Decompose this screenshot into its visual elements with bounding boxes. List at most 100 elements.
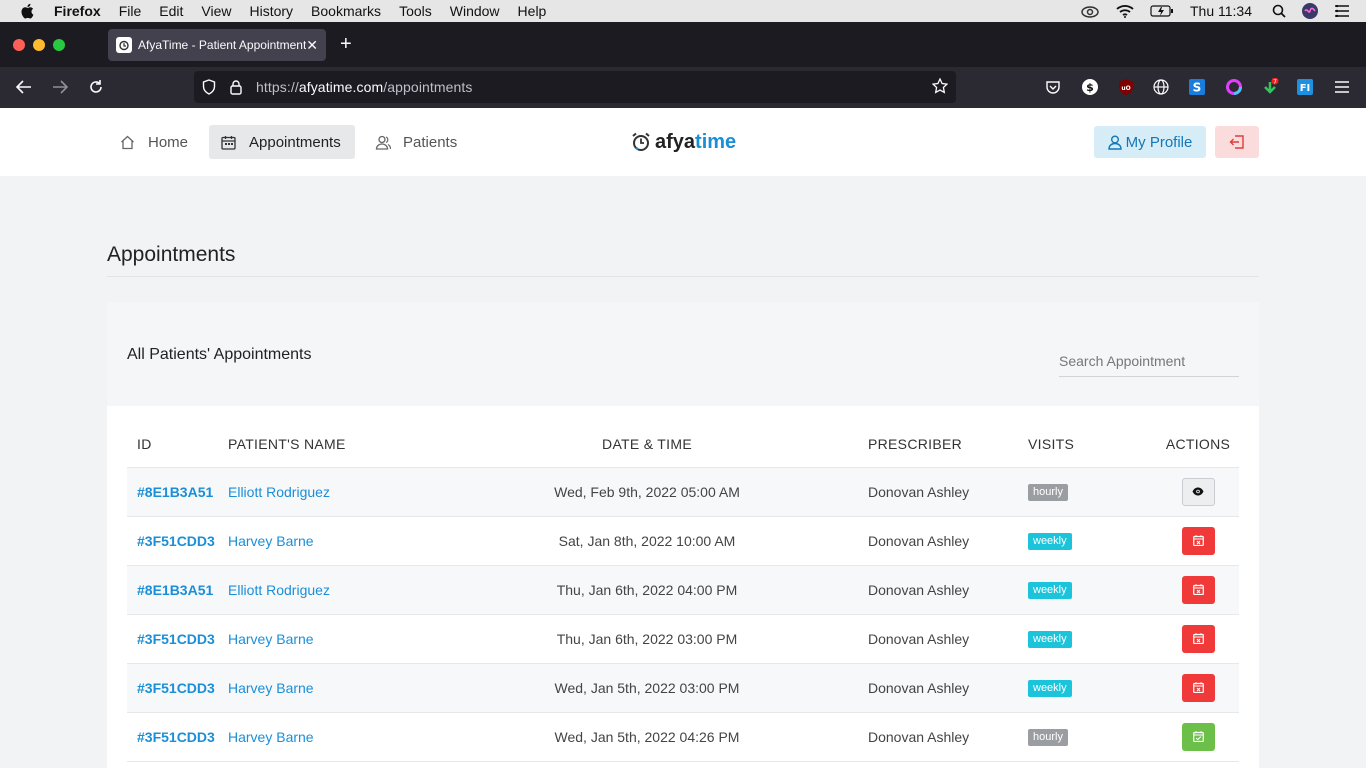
menu-file[interactable]: File <box>119 3 142 19</box>
date-time-cell: Wed, Jan 5th, 2022 04:26 PM <box>432 712 862 762</box>
table-header-row: ID PATIENT'S NAME DATE & TIME PRESCRIBER… <box>127 422 1239 468</box>
globe-icon[interactable] <box>1152 78 1170 96</box>
tracking-protection-shield-icon[interactable] <box>202 79 218 95</box>
actions-cell <box>1157 614 1239 664</box>
address-bar[interactable]: https://afyatime.com/appointments <box>194 71 956 103</box>
column-header-visits[interactable]: VISITS <box>1028 422 1157 468</box>
visits-badge: weekly <box>1028 582 1072 599</box>
visits-badge: weekly <box>1028 533 1072 550</box>
appointment-id-link[interactable]: #3F51CDD3 <box>137 533 215 549</box>
patient-name-link[interactable]: Harvey Barne <box>228 533 314 549</box>
column-header-prescriber[interactable]: PRESCRIBER <box>862 422 1028 468</box>
prescriber-cell: Donovan Ashley <box>862 565 1028 615</box>
logout-icon <box>1229 134 1245 150</box>
appointment-id-cell: #3F51CDD3 <box>127 614 228 664</box>
nav-home[interactable]: Home <box>108 125 202 159</box>
my-profile-label: My Profile <box>1125 133 1193 151</box>
table-row: #8E1B3A51 Elliott Rodriguez Wed, Feb 9th, … <box>127 467 1239 517</box>
appointment-id-link[interactable]: #8E1B3A51 <box>137 582 213 598</box>
menu-tools[interactable]: Tools <box>399 3 432 19</box>
color-picker-icon[interactable] <box>1225 78 1243 96</box>
new-tab-icon[interactable]: + <box>340 34 352 54</box>
patient-name-link[interactable]: Harvey Barne <box>228 729 314 745</box>
menu-app-name[interactable]: Firefox <box>54 3 101 19</box>
cancel-appointment-button[interactable] <box>1181 575 1215 604</box>
ublock-origin-icon[interactable]: uO <box>1117 78 1135 96</box>
logo-text-afya: afya <box>655 130 696 153</box>
visits-cell: hourly <box>1028 712 1157 762</box>
menu-edit[interactable]: Edit <box>159 3 183 19</box>
date-time-cell: Sat, Jan 8th, 2022 10:00 AM <box>432 516 862 566</box>
wifi-icon[interactable] <box>1116 4 1134 18</box>
appointment-id-link[interactable]: #8E1B3A51 <box>137 484 213 500</box>
logout-button[interactable] <box>1215 126 1259 158</box>
dollar-extension-icon[interactable]: $ <box>1081 78 1099 96</box>
appointment-id-link[interactable]: #3F51CDD3 <box>137 729 215 745</box>
menu-window[interactable]: Window <box>450 3 500 19</box>
download-extension-icon[interactable]: 7 <box>1261 78 1279 96</box>
lock-icon[interactable] <box>230 79 246 95</box>
menu-bookmarks[interactable]: Bookmarks <box>311 3 381 19</box>
menu-help[interactable]: Help <box>518 3 547 19</box>
visits-badge: weekly <box>1028 680 1072 697</box>
column-header-id[interactable]: ID <box>127 422 228 468</box>
url-text[interactable]: https://afyatime.com/appointments <box>256 79 473 95</box>
column-header-date-time[interactable]: DATE & TIME <box>432 422 862 468</box>
pocket-icon[interactable] <box>1044 78 1062 96</box>
nav-appointments[interactable]: Appointments <box>209 125 355 159</box>
search-appointment-input[interactable] <box>1059 346 1239 377</box>
creative-cloud-icon[interactable] <box>1080 4 1100 18</box>
skype-s-icon[interactable]: S <box>1188 78 1206 96</box>
cancel-appointment-button[interactable] <box>1181 624 1215 653</box>
window-zoom-button[interactable] <box>53 39 65 51</box>
appointment-id-link[interactable]: #3F51CDD3 <box>137 680 215 696</box>
table-row: #3F51CDD3 Harvey Barne Thu, Jan 6th, 2022 … <box>127 614 1239 664</box>
appointment-id-cell: #3F51CDD3 <box>127 516 228 566</box>
date-time-cell: Thu, Jan 6th, 2022 04:00 PM <box>432 565 862 615</box>
appointment-completed-button[interactable] <box>1181 722 1215 751</box>
nav-patients[interactable]: Patients <box>363 125 471 159</box>
svg-text:FI: FI <box>1300 83 1311 94</box>
patient-name-link[interactable]: Elliott Rodriguez <box>228 484 330 500</box>
column-header-patient-name[interactable]: PATIENT'S NAME <box>228 422 432 468</box>
cancel-appointment-button[interactable] <box>1181 526 1215 555</box>
svg-text:$: $ <box>1086 81 1094 94</box>
view-appointment-button[interactable] <box>1181 477 1215 506</box>
fi-extension-icon[interactable]: FI <box>1296 78 1314 96</box>
visits-badge: hourly <box>1028 729 1068 746</box>
card-title: All Patients' Appointments <box>127 346 312 363</box>
window-minimize-button[interactable] <box>33 39 45 51</box>
battery-icon[interactable] <box>1150 5 1174 17</box>
window-close-button[interactable] <box>13 39 25 51</box>
browser-tab-active[interactable]: AfyaTime - Patient Appointments ✕ <box>108 29 326 61</box>
apple-icon[interactable] <box>20 3 38 19</box>
patient-name-link[interactable]: Harvey Barne <box>228 631 314 647</box>
control-center-icon[interactable] <box>1334 5 1350 17</box>
menu-history[interactable]: History <box>249 3 293 19</box>
back-arrow-icon[interactable] <box>14 77 34 97</box>
reload-icon[interactable] <box>86 77 106 97</box>
menubar-clock[interactable]: Thu 11:34 <box>1190 3 1252 19</box>
spotlight-search-icon[interactable] <box>1272 4 1286 18</box>
calendar-icon <box>221 134 237 150</box>
patient-name-link[interactable]: Harvey Barne <box>228 680 314 696</box>
column-header-actions: ACTIONS <box>1157 422 1239 468</box>
patient-name-link[interactable]: Elliott Rodriguez <box>228 582 330 598</box>
nav-appointments-label: Appointments <box>249 133 341 151</box>
cancel-appointment-button[interactable] <box>1181 673 1215 702</box>
tab-close-icon[interactable]: ✕ <box>306 37 318 54</box>
hamburger-menu-icon[interactable] <box>1333 78 1351 96</box>
menu-view[interactable]: View <box>201 3 231 19</box>
my-profile-button[interactable]: My Profile <box>1094 126 1206 158</box>
home-icon <box>120 134 136 150</box>
bookmark-star-icon[interactable] <box>931 77 949 97</box>
forward-arrow-icon[interactable] <box>50 77 70 97</box>
appointment-id-link[interactable]: #3F51CDD3 <box>137 631 215 647</box>
table-row: #8E1B3A51 Elliott Rodriguez Thu, Jan 6th, … <box>127 565 1239 615</box>
table-row: #3F51CDD3 Harvey Barne Wed, Jan 5th, 2022 … <box>127 712 1239 762</box>
svg-text:uO: uO <box>1121 85 1130 92</box>
table-row: #3F51CDD3 Harvey Barne Wed, Jan 5th, 2022 … <box>127 663 1239 713</box>
afyatime-logo[interactable]: afya time <box>631 130 736 154</box>
siri-icon[interactable] <box>1302 3 1318 19</box>
date-time-cell: Wed, Feb 9th, 2022 05:00 AM <box>432 467 862 517</box>
